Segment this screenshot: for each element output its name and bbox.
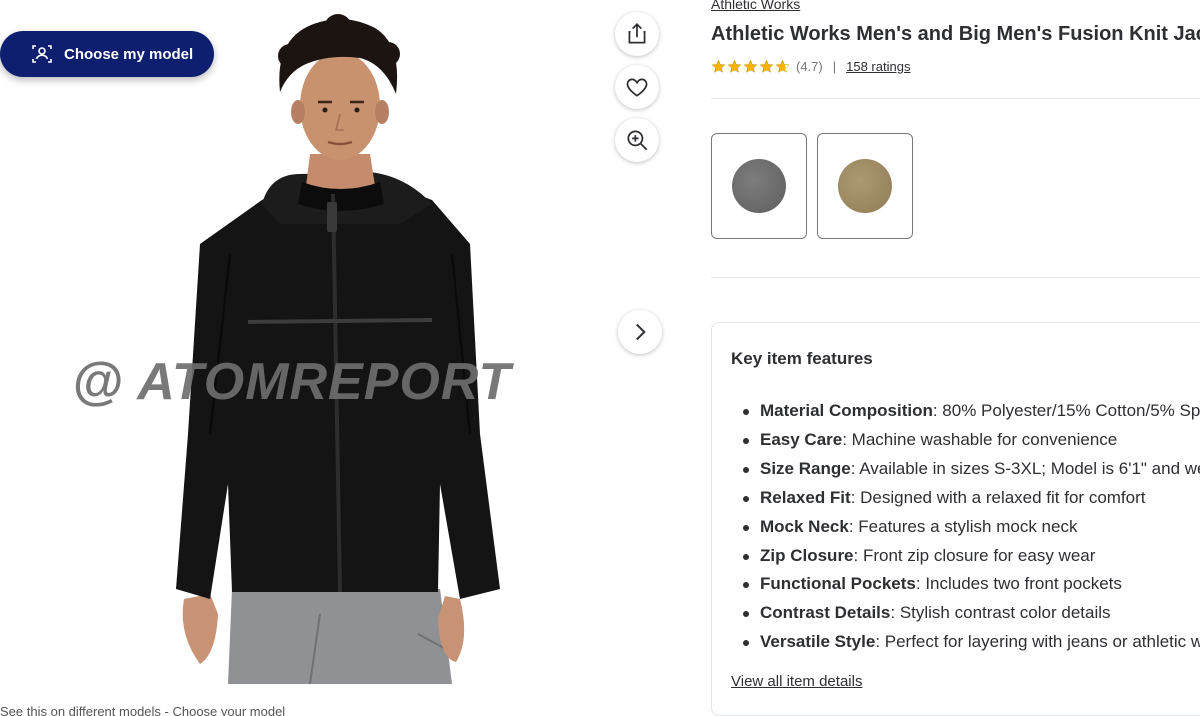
zoom-in-icon bbox=[627, 130, 648, 151]
star-icon bbox=[743, 59, 758, 73]
feature-text: : Includes two front pockets bbox=[915, 574, 1122, 594]
list-item: Size Range: Available in sizes S-3XL; Mo… bbox=[741, 455, 1200, 484]
divider bbox=[711, 277, 1200, 278]
chevron-right-icon bbox=[636, 323, 646, 341]
brand-link[interactable]: Athletic Works bbox=[711, 0, 800, 12]
zoom-button[interactable] bbox=[615, 118, 659, 162]
list-item: Functional Pockets: Includes two front p… bbox=[741, 570, 1200, 599]
divider bbox=[711, 98, 1200, 99]
feature-text: : Perfect for layering with jeans or ath… bbox=[875, 632, 1200, 652]
color-swatch-gray[interactable] bbox=[711, 133, 807, 239]
star-rating bbox=[711, 59, 790, 74]
swatch-color-gray bbox=[732, 159, 786, 213]
rating-separator: | bbox=[832, 59, 837, 74]
color-swatch-khaki[interactable] bbox=[817, 133, 913, 239]
product-info: Athletic Works Athletic Works Men's and … bbox=[711, 0, 1200, 716]
key-features-card: Key item features Material Composition: … bbox=[711, 322, 1200, 716]
feature-label: Zip Closure bbox=[760, 545, 854, 565]
feature-text: : Features a stylish mock neck bbox=[848, 516, 1078, 536]
feature-label: Functional Pockets bbox=[760, 574, 916, 594]
feature-label: Relaxed Fit bbox=[760, 487, 851, 507]
key-features-heading: Key item features bbox=[731, 349, 873, 368]
list-item: Easy Care: Machine washable for convenie… bbox=[741, 426, 1200, 455]
star-icon bbox=[759, 59, 774, 73]
product-image[interactable] bbox=[170, 14, 510, 684]
list-item: Zip Closure: Front zip closure for easy … bbox=[741, 542, 1200, 571]
star-icon bbox=[711, 59, 726, 73]
list-item: Mock Neck: Features a stylish mock neck bbox=[741, 513, 1200, 542]
feature-label: Mock Neck bbox=[760, 516, 849, 536]
watermark-text: @ ATOMREPORT bbox=[72, 353, 512, 411]
feature-label: Contrast Details bbox=[760, 603, 891, 623]
list-item: Versatile Style: Perfect for layering wi… bbox=[741, 628, 1200, 657]
feature-text: : 80% Polyester/15% Cotton/5% Spandex bbox=[932, 401, 1200, 420]
favorite-button[interactable] bbox=[615, 65, 659, 109]
next-image-button[interactable] bbox=[618, 310, 662, 354]
swatch-color-khaki bbox=[838, 159, 892, 213]
feature-label: Easy Care bbox=[760, 429, 843, 449]
product-title: Athletic Works Men's and Big Men's Fusio… bbox=[711, 23, 1200, 45]
feature-text: : Front zip closure for easy wear bbox=[853, 545, 1096, 565]
star-icon bbox=[727, 59, 742, 73]
star-half-icon bbox=[775, 59, 790, 73]
feature-label: Versatile Style bbox=[760, 632, 876, 652]
feature-text: : Designed with a relaxed fit for comfor… bbox=[850, 487, 1146, 507]
feature-label: Material Composition bbox=[760, 401, 933, 420]
feature-text: : Available in sizes S-3XL; Model is 6'1… bbox=[850, 458, 1200, 478]
list-item: Material Composition: 80% Polyester/15% … bbox=[741, 397, 1200, 426]
view-all-details-link[interactable]: View all item details bbox=[731, 673, 862, 690]
rating-value: (4.7) bbox=[796, 59, 823, 74]
share-icon bbox=[628, 23, 646, 44]
heart-icon bbox=[626, 78, 648, 97]
feature-text: : Stylish contrast color details bbox=[890, 603, 1111, 623]
rating-row: (4.7) | 158 ratings bbox=[711, 59, 910, 74]
share-button[interactable] bbox=[615, 12, 659, 56]
ratings-count-link[interactable]: 158 ratings bbox=[846, 59, 910, 74]
list-item: Relaxed Fit: Designed with a relaxed fit… bbox=[741, 484, 1200, 513]
feature-label: Size Range bbox=[760, 458, 851, 478]
feature-text: : Machine washable for convenience bbox=[842, 429, 1118, 449]
choose-model-hint: See this on different models - Choose yo… bbox=[0, 704, 286, 716]
list-item: Contrast Details: Stylish contrast color… bbox=[741, 599, 1200, 628]
feature-list: Material Composition: 80% Polyester/15% … bbox=[741, 397, 1200, 657]
product-page: Choose my model @ ATOMREPORT See this on… bbox=[0, 0, 1200, 716]
product-gallery: Choose my model @ ATOMREPORT See this on… bbox=[0, 0, 680, 716]
person-scan-icon bbox=[32, 45, 52, 63]
